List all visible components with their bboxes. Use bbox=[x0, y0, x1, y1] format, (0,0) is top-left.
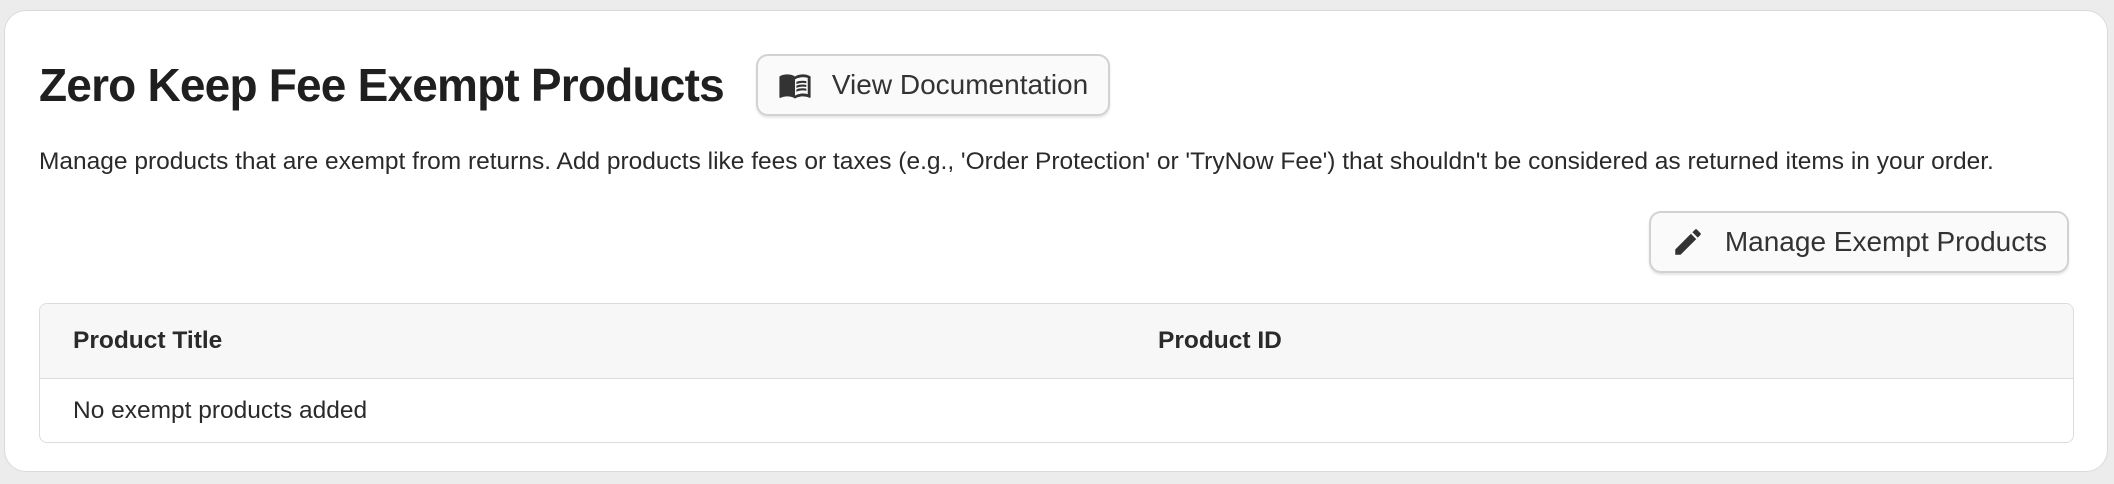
table-empty-row: No exempt products added bbox=[40, 379, 2073, 442]
manage-exempt-products-button[interactable]: Manage Exempt Products bbox=[1648, 211, 2069, 273]
empty-state-message: No exempt products added bbox=[73, 396, 368, 424]
table-header: Product Title Product ID bbox=[40, 304, 2073, 379]
column-header-product-id: Product ID bbox=[1158, 327, 1282, 354]
column-header-product-title: Product Title bbox=[73, 327, 223, 354]
book-open-icon bbox=[778, 68, 812, 102]
exempt-products-table: Product Title Product ID No exempt produ… bbox=[39, 303, 2074, 443]
title-row: Zero Keep Fee Exempt Products View Docum… bbox=[39, 45, 1111, 125]
exempt-products-card: Zero Keep Fee Exempt Products View Docum… bbox=[4, 10, 2108, 472]
view-documentation-button[interactable]: View Documentation bbox=[755, 54, 1111, 116]
page-description: Manage products that are exempt from ret… bbox=[39, 148, 1994, 175]
manage-exempt-products-label: Manage Exempt Products bbox=[1724, 226, 2047, 257]
view-documentation-label: View Documentation bbox=[831, 69, 1089, 100]
pencil-icon bbox=[1671, 225, 1705, 259]
page-title: Zero Keep Fee Exempt Products bbox=[39, 59, 725, 111]
